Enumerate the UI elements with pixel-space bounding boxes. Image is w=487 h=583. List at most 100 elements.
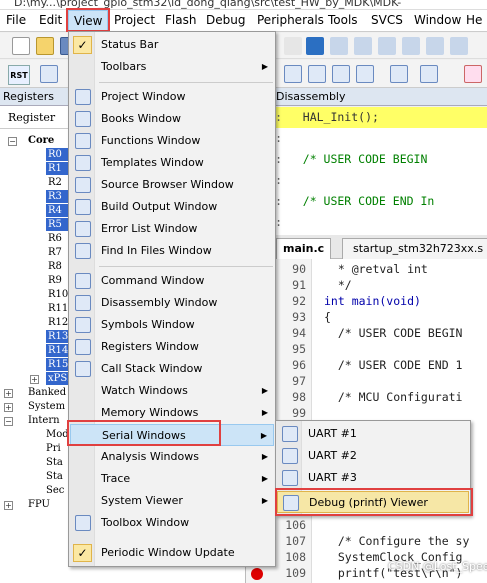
menu-separator bbox=[99, 82, 273, 83]
uvision-window: D:\my...\project_gpio_stm32\ld_dong_qian… bbox=[0, 0, 487, 583]
comment-icon[interactable] bbox=[450, 37, 468, 55]
disassembly-line-code: /* USER CODE BEGIN bbox=[282, 152, 428, 166]
submenu-arrow-icon: ▶ bbox=[261, 62, 268, 71]
templates-window-icon bbox=[75, 155, 91, 171]
serial-icon[interactable] bbox=[420, 65, 438, 83]
menu-flash[interactable]: Flash bbox=[165, 10, 196, 32]
view-menu-item-functions-window[interactable]: Functions Window bbox=[70, 130, 274, 152]
trace-icon[interactable] bbox=[464, 65, 482, 83]
memory-icon[interactable] bbox=[390, 65, 408, 83]
disassembly-line[interactable]: 102: bbox=[246, 128, 487, 149]
tab-startup[interactable]: startup_stm32h723xx.s bbox=[342, 238, 487, 259]
view-menu-item-source-browser-window[interactable]: Source Browser Window bbox=[70, 174, 274, 196]
new-file-icon[interactable] bbox=[12, 37, 30, 55]
menu-svcs[interactable]: SVCS bbox=[371, 10, 403, 32]
view-menu-item-error-list-window[interactable]: Error List Window bbox=[70, 218, 274, 240]
menu-separator bbox=[99, 266, 273, 267]
menu-file[interactable]: File bbox=[6, 10, 26, 32]
view-menu-item-label: Source Browser Window bbox=[101, 178, 234, 191]
expand-xpsr-icon[interactable]: + bbox=[30, 375, 39, 384]
reset-button[interactable]: RST bbox=[8, 65, 30, 85]
view-menu-item-label: Memory Windows bbox=[101, 406, 199, 419]
view-menu-item-build-output-window[interactable]: Build Output Window bbox=[70, 196, 274, 218]
serial-submenu-item-uart-2[interactable]: UART #2 bbox=[277, 445, 469, 467]
tab-main-c[interactable]: main.c bbox=[276, 238, 332, 259]
unindent-icon[interactable] bbox=[426, 37, 444, 55]
bookmark-clear-icon[interactable] bbox=[378, 37, 396, 55]
view-menu-item-system-viewer[interactable]: System Viewer ▶ bbox=[70, 490, 274, 512]
serial-submenu-item-label: UART #3 bbox=[308, 471, 357, 484]
tab-startup-label: startup_stm32h723xx.s bbox=[353, 242, 484, 255]
check-icon: ✓ bbox=[73, 544, 92, 562]
view-menu-item-label: Watch Windows bbox=[101, 384, 188, 397]
symbols-icon[interactable] bbox=[332, 65, 350, 83]
view-menu-item-symbols-window[interactable]: Symbols Window bbox=[70, 314, 274, 336]
view-menu-item-serial-windows[interactable]: Serial Windows ▶ bbox=[70, 424, 274, 446]
bookmark-prev-icon[interactable] bbox=[330, 37, 348, 55]
menu-peripherals[interactable]: Peripherals bbox=[257, 10, 324, 32]
registers-icon[interactable] bbox=[356, 65, 374, 83]
run-icon[interactable] bbox=[40, 65, 58, 83]
view-menu-item-toolbars[interactable]: Toolbars ▶ bbox=[70, 56, 274, 78]
view-menu-item-registers-window[interactable]: Registers Window bbox=[70, 336, 274, 358]
view-menu-item-label: Toolbars bbox=[101, 60, 147, 73]
serial-submenu-item-debug-printf-viewer[interactable]: Debug (printf) Viewer bbox=[277, 491, 469, 513]
view-menu-item-call-stack-window[interactable]: Call Stack Window bbox=[70, 358, 274, 380]
view-menu-item-analysis-windows[interactable]: Analysis Windows ▶ bbox=[70, 446, 274, 468]
registers-window-icon bbox=[75, 339, 91, 355]
view-menu-item-disassembly-window[interactable]: Disassembly Window bbox=[70, 292, 274, 314]
collapse-core-icon[interactable]: − bbox=[8, 137, 17, 146]
view-menu-item-books-window[interactable]: Books Window bbox=[70, 108, 274, 130]
breakpoint-icon[interactable] bbox=[251, 568, 263, 580]
disassembly-icon[interactable] bbox=[308, 65, 326, 83]
view-menu-item-command-window[interactable]: Command Window bbox=[70, 270, 274, 292]
view-menu-item-project-window[interactable]: Project Window bbox=[70, 86, 274, 108]
serial-submenu-item-uart-1[interactable]: UART #1 bbox=[277, 423, 469, 445]
project-window-icon bbox=[75, 89, 91, 105]
bookmark-icon[interactable] bbox=[306, 37, 324, 55]
view-menu-item-label: Find In Files Window bbox=[101, 244, 212, 257]
command-window-icon[interactable] bbox=[284, 65, 302, 83]
disassembly-line[interactable]: 101: HAL_Init(); bbox=[246, 107, 487, 128]
serial-submenu-item-uart-3[interactable]: UART #3 bbox=[277, 467, 469, 489]
view-menu-item-trace[interactable]: Trace ▶ bbox=[70, 468, 274, 490]
expand-fpu-icon[interactable]: + bbox=[4, 501, 13, 510]
nav-back-icon[interactable] bbox=[284, 37, 302, 55]
menu-window[interactable]: Window bbox=[414, 10, 461, 32]
expand-system-icon[interactable]: + bbox=[4, 403, 13, 412]
menu-debug[interactable]: Debug bbox=[206, 10, 245, 32]
view-menu-item-label: System Viewer bbox=[101, 494, 183, 507]
disassembly-line[interactable]: 106: bbox=[246, 212, 487, 233]
menu-help[interactable]: He bbox=[466, 10, 482, 32]
menu-edit[interactable]: Edit bbox=[39, 10, 62, 32]
open-folder-icon[interactable] bbox=[36, 37, 54, 55]
view-menu-item-find-in-files-window[interactable]: Find In Files Window bbox=[70, 240, 274, 262]
title-bar: D:\my...\project_gpio_stm32\ld_dong_qian… bbox=[0, 0, 487, 10]
disassembly-code: 101: HAL_Init();102:103: /* USER CODE BE… bbox=[246, 107, 487, 250]
indent-icon[interactable] bbox=[402, 37, 420, 55]
menu-tools[interactable]: Tools bbox=[328, 10, 358, 32]
view-menu-item-periodic-window-update[interactable]: ✓ Periodic Window Update bbox=[70, 542, 274, 564]
disassembly-header: Disassembly bbox=[246, 88, 487, 106]
view-menu-item-status-bar[interactable]: ✓ Status Bar bbox=[70, 34, 274, 56]
view-menu-item-label: Command Window bbox=[101, 274, 205, 287]
view-menu-item-label: Error List Window bbox=[101, 222, 198, 235]
disassembly-line[interactable]: 104: bbox=[246, 170, 487, 191]
view-menu-item-memory-windows[interactable]: Memory Windows ▶ bbox=[70, 402, 274, 424]
view-menu-item-watch-windows[interactable]: Watch Windows ▶ bbox=[70, 380, 274, 402]
view-menu-item-label: Serial Windows bbox=[102, 429, 186, 442]
view-menu-item-templates-window[interactable]: Templates Window bbox=[70, 152, 274, 174]
view-menu-item-label: Registers Window bbox=[101, 340, 199, 353]
submenu-arrow-icon: ▶ bbox=[260, 431, 267, 440]
view-menu-item-toolbox-window[interactable]: Toolbox Window bbox=[70, 512, 274, 534]
menu-project[interactable]: Project bbox=[114, 10, 155, 32]
source-browser-icon bbox=[75, 177, 91, 193]
call-stack-icon bbox=[75, 361, 91, 377]
code-line-number: 109 bbox=[285, 566, 306, 580]
menu-view[interactable]: View bbox=[68, 10, 109, 31]
disassembly-line[interactable]: 105: /* USER CODE END In bbox=[246, 191, 487, 212]
collapse-internal-icon[interactable]: − bbox=[4, 417, 13, 426]
expand-banked-icon[interactable]: + bbox=[4, 389, 13, 398]
bookmark-next-icon[interactable] bbox=[354, 37, 372, 55]
disassembly-line[interactable]: 103: /* USER CODE BEGIN bbox=[246, 149, 487, 170]
